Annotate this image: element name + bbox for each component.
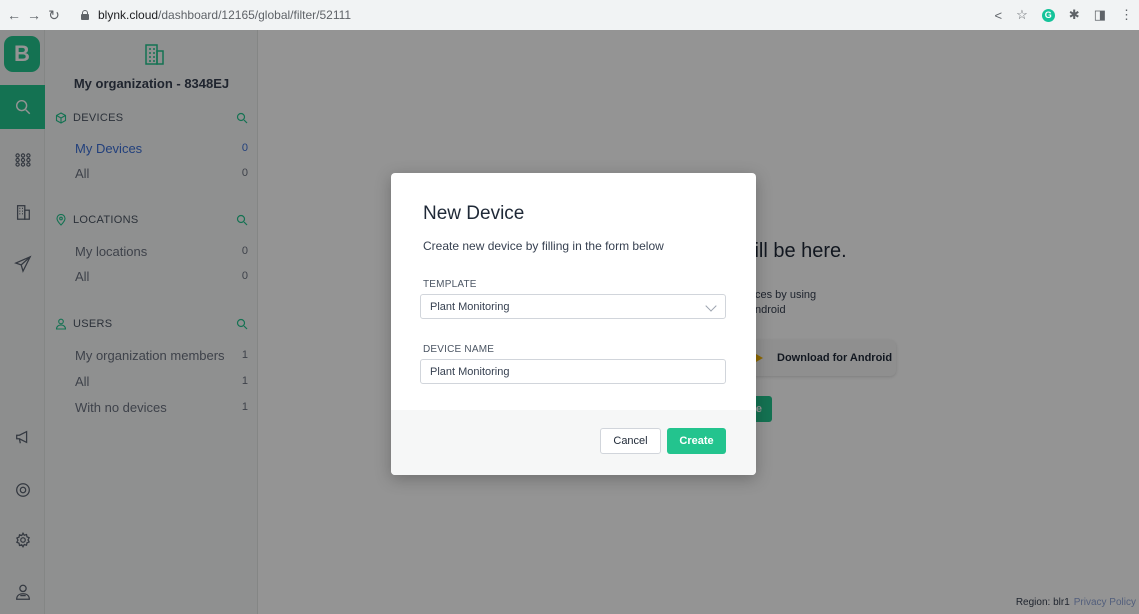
dialog-title: New Device xyxy=(423,203,525,224)
more-menu-icon[interactable]: ⋮ xyxy=(1120,7,1133,23)
address-bar[interactable]: blynk.cloud/dashboard/12165/global/filte… xyxy=(80,8,351,22)
template-select[interactable]: Plant Monitoring xyxy=(420,294,726,319)
url-path: /dashboard/12165/global/filter/52111 xyxy=(158,8,352,22)
chevron-down-icon xyxy=(705,300,717,312)
share-icon[interactable]: < xyxy=(995,8,1003,23)
template-selected-value: Plant Monitoring xyxy=(430,300,510,313)
template-label: TEMPLATE xyxy=(423,279,477,290)
browser-actions: < ☆ G ✱ ◨ ⋮ xyxy=(995,0,1133,30)
dialog-footer: Cancel Create xyxy=(391,410,756,475)
reload-icon[interactable]: ↻ xyxy=(44,7,64,24)
side-panel-icon[interactable]: ◨ xyxy=(1094,7,1106,23)
lock-icon xyxy=(80,10,90,20)
create-button[interactable]: Create xyxy=(667,428,726,454)
cancel-button[interactable]: Cancel xyxy=(600,428,661,454)
extensions-puzzle-icon[interactable]: ✱ xyxy=(1069,7,1080,23)
forward-arrow-icon[interactable]: → xyxy=(24,7,44,23)
device-name-value: Plant Monitoring xyxy=(430,365,510,378)
dialog-subtitle: Create new device by filling in the form… xyxy=(423,239,664,253)
back-arrow-icon[interactable]: ← xyxy=(4,7,24,23)
device-name-label: DEVICE NAME xyxy=(423,344,495,355)
browser-toolbar: ← → ↻ blynk.cloud/dashboard/12165/global… xyxy=(0,0,1139,30)
url-host: blynk.cloud xyxy=(98,8,159,22)
grammarly-extension-icon[interactable]: G xyxy=(1041,8,1055,22)
star-icon[interactable]: ☆ xyxy=(1016,7,1028,23)
device-name-input[interactable]: Plant Monitoring xyxy=(420,359,726,384)
new-device-dialog: New Device Create new device by filling … xyxy=(391,173,756,475)
